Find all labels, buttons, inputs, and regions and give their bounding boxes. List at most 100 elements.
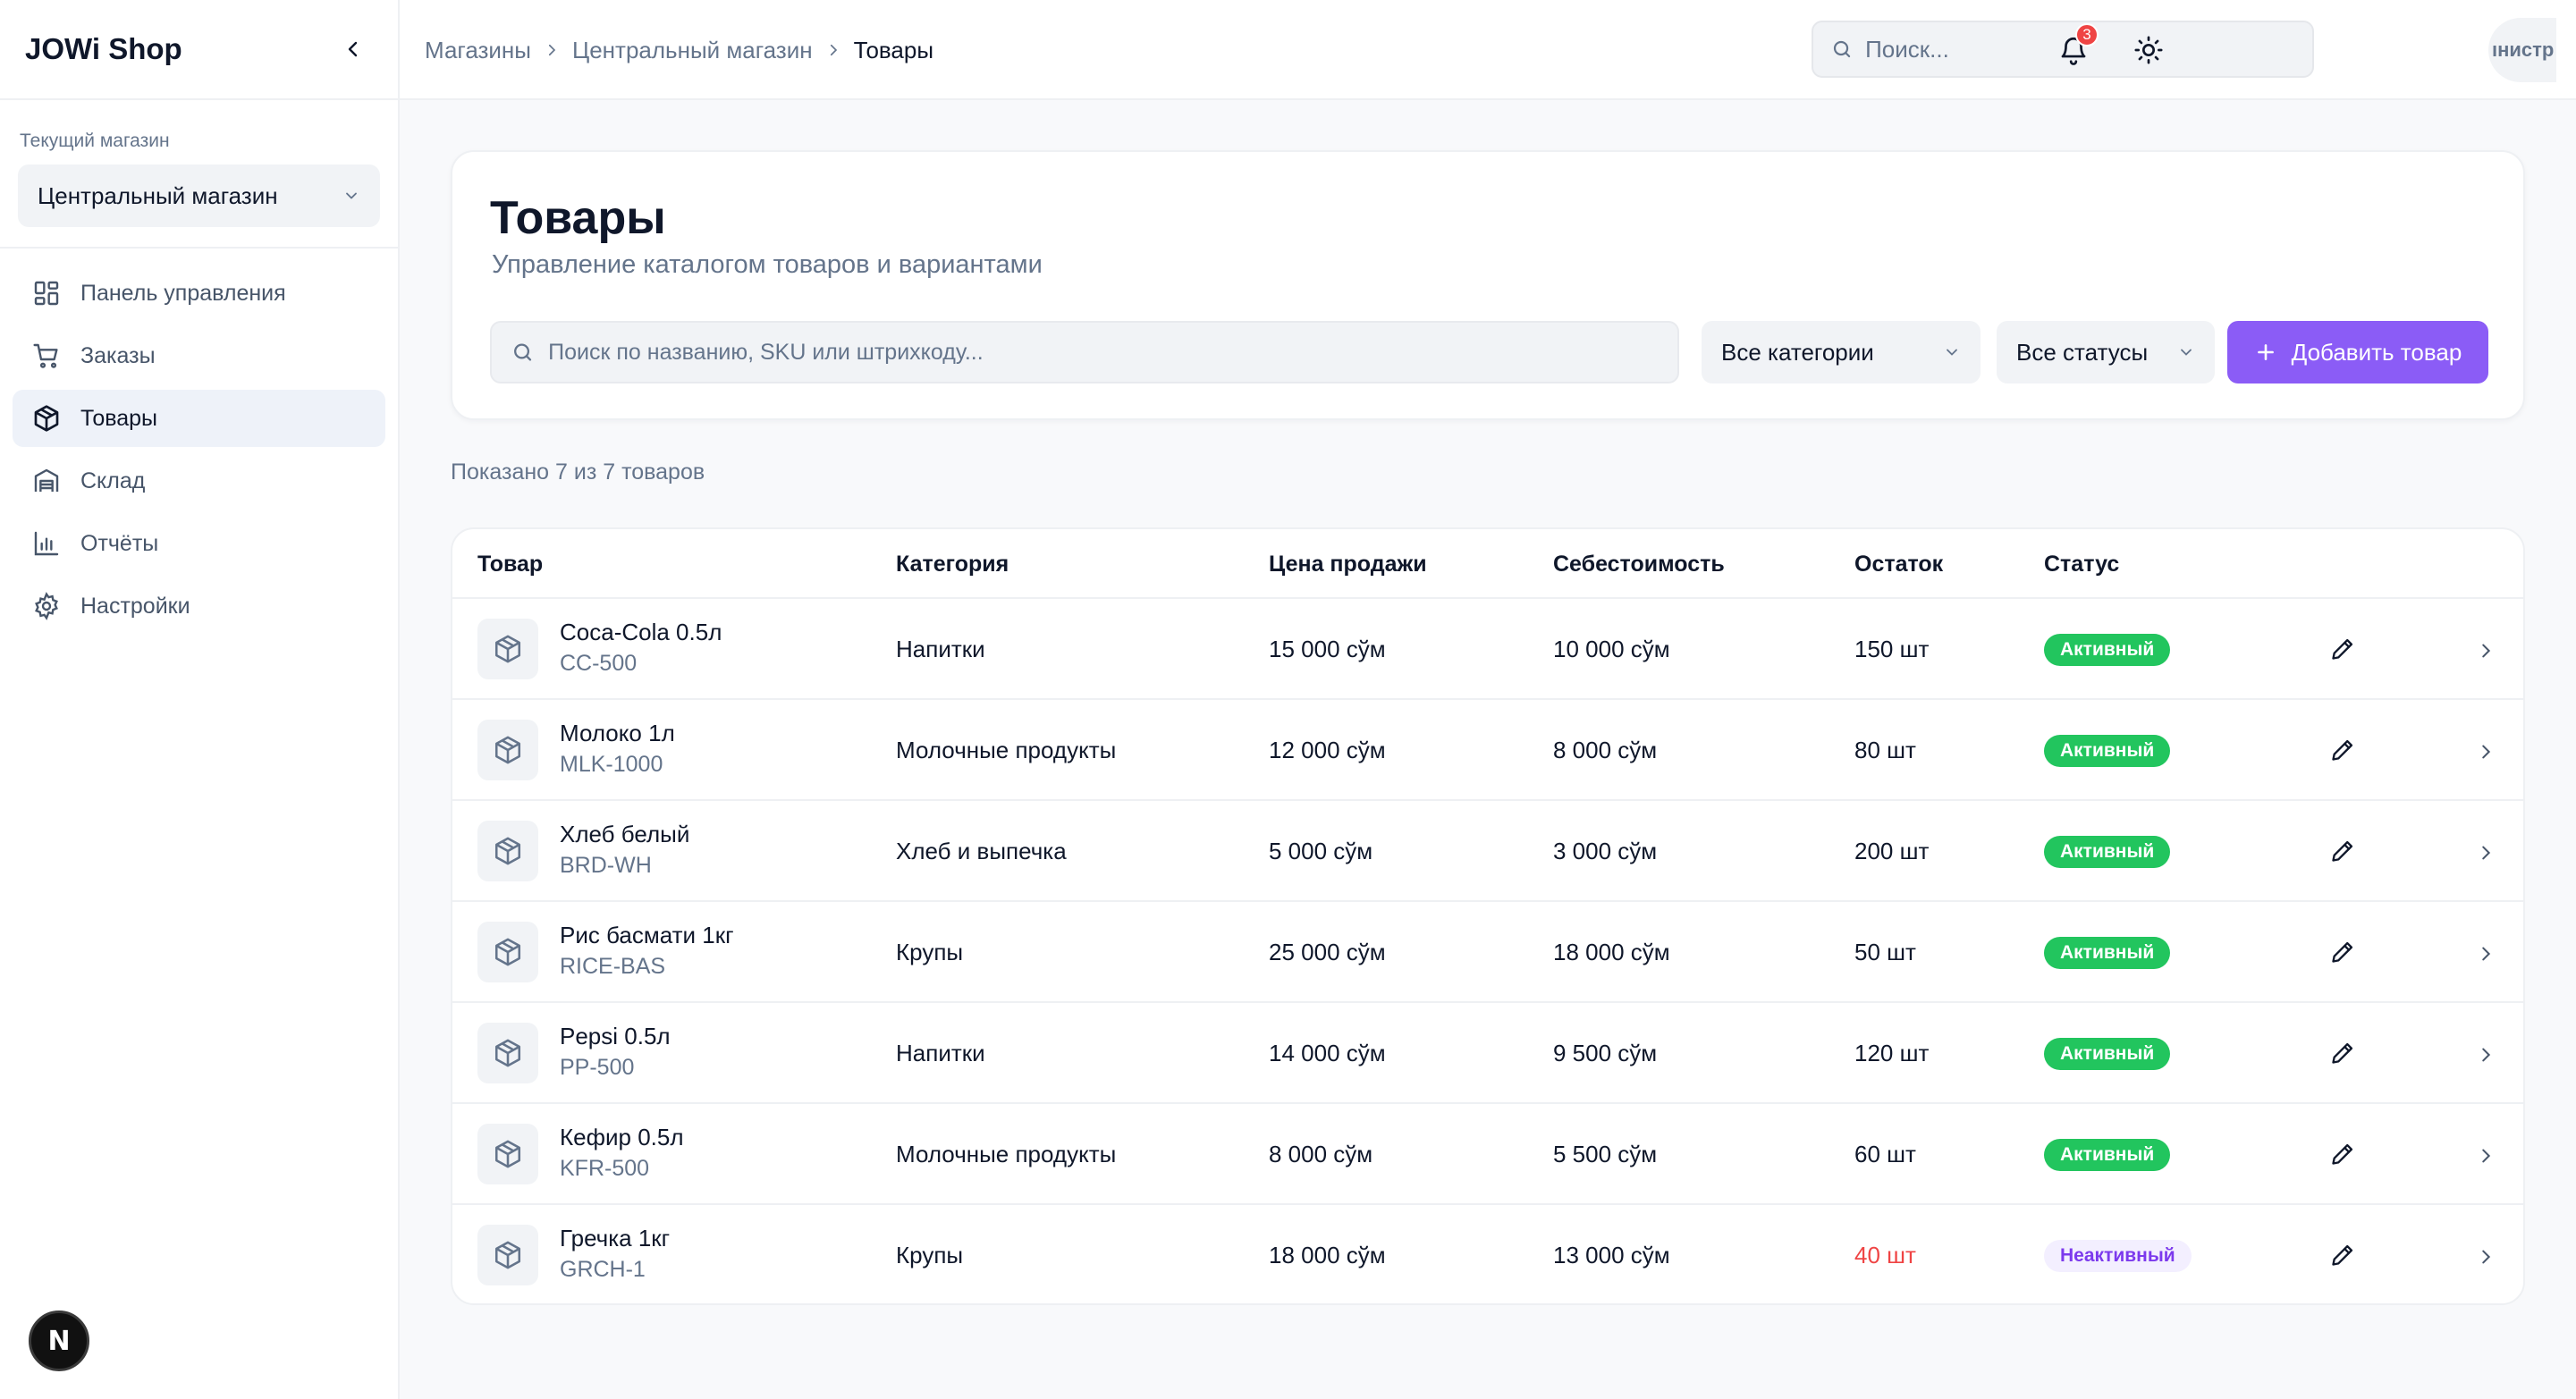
product-price: 25 000 сўм <box>1269 939 1386 965</box>
table-row[interactable]: Гречка 1кг GRCH-1 Крупы 18 000 сўм 13 00… <box>452 1205 2523 1303</box>
product-price: 14 000 сўм <box>1269 1040 1386 1066</box>
table-row[interactable]: Молоко 1л MLK-1000 Молочные продукты 12 … <box>452 700 2523 801</box>
product-stock: 50 шт <box>1854 939 1916 965</box>
sidebar-item-reports[interactable]: Отчёты <box>13 515 385 572</box>
sidebar-item-dashboard[interactable]: Панель управления <box>13 265 385 322</box>
store-select-value: Центральный магазин <box>38 181 278 209</box>
breadcrumb-stores[interactable]: Магазины <box>425 37 531 64</box>
open-product-button[interactable] <box>2470 633 2502 669</box>
product-stock: 60 шт <box>1854 1141 1916 1167</box>
collapse-sidebar-button[interactable] <box>334 29 373 69</box>
sidebar-header: JOWi Shop <box>0 0 398 100</box>
open-product-button[interactable] <box>2470 734 2502 770</box>
product-category: Молочные продукты <box>896 1141 1117 1167</box>
chevron-down-icon <box>1947 349 1957 356</box>
product-sku: BRD-WH <box>560 853 652 878</box>
product-sku: CC-500 <box>560 651 638 676</box>
products-header-card: Товары Управление каталогом товаров и ва… <box>451 150 2525 420</box>
status-badge: Активный <box>2044 1139 2171 1171</box>
product-thumbnail <box>477 1225 538 1285</box>
product-stock: 80 шт <box>1854 737 1916 763</box>
sidebar-item-settings[interactable]: Настройки <box>13 577 385 635</box>
product-thumbnail <box>477 922 538 982</box>
product-price: 15 000 сўм <box>1269 636 1386 662</box>
package-icon <box>494 837 521 865</box>
chevron-right-icon <box>2482 1149 2491 1163</box>
status-badge: Активный <box>2044 937 2171 969</box>
product-cost: 5 500 сўм <box>1553 1141 1658 1167</box>
product-thumbnail <box>477 720 538 780</box>
chevron-right-icon <box>2482 745 2491 759</box>
open-product-button[interactable] <box>2470 1037 2502 1073</box>
pencil-icon <box>2332 1244 2353 1266</box>
chart-icon <box>34 531 59 556</box>
status-filter-select[interactable]: Все статусы <box>1997 321 2215 383</box>
products-table: Товар Категория Цена продажи Себестоимос… <box>451 527 2525 1305</box>
table-row[interactable]: Кефир 0.5л KFR-500 Молочные продукты 8 0… <box>452 1104 2523 1205</box>
sidebar-item-warehouse[interactable]: Склад <box>13 452 385 510</box>
package-icon <box>494 1140 521 1168</box>
sidebar-item-label: Панель управления <box>80 280 286 306</box>
table-row[interactable]: Coca-Cola 0.5л CC-500 Напитки 15 000 сўм… <box>452 599 2523 700</box>
chevron-right-icon <box>2482 846 2491 860</box>
user-avatar[interactable]: ıнистр <box>2488 18 2556 82</box>
box-icon <box>34 405 59 432</box>
product-stock: 150 шт <box>1854 636 1930 662</box>
open-product-button[interactable] <box>2470 1138 2502 1174</box>
pencil-icon <box>2332 1143 2353 1165</box>
sidebar-item-label: Склад <box>80 468 146 493</box>
product-search[interactable] <box>490 321 1679 383</box>
edit-product-button[interactable] <box>2325 631 2361 667</box>
product-category: Хлеб и выпечка <box>896 838 1067 864</box>
sidebar-item-orders[interactable]: Заказы <box>13 327 385 384</box>
chevron-down-icon <box>2181 349 2192 356</box>
product-price: 8 000 сўм <box>1269 1141 1373 1167</box>
open-product-button[interactable] <box>2470 936 2502 972</box>
notifications-count: 3 <box>2075 23 2099 46</box>
sidebar-item-products[interactable]: Товары <box>13 390 385 447</box>
product-category: Крупы <box>896 1242 964 1268</box>
status-badge: Активный <box>2044 634 2171 666</box>
edit-product-button[interactable] <box>2325 1237 2361 1273</box>
package-icon <box>494 938 521 966</box>
product-sku: PP-500 <box>560 1055 635 1080</box>
edit-product-button[interactable] <box>2325 934 2361 970</box>
dev-tools-button[interactable]: N <box>29 1311 89 1371</box>
pencil-icon <box>2332 638 2353 660</box>
status-badge: Активный <box>2044 735 2171 767</box>
brand-name: JOWi Shop <box>25 32 182 65</box>
table-row[interactable]: Рис басмати 1кг RICE-BAS Крупы 25 000 сў… <box>452 902 2523 1003</box>
product-stock: 120 шт <box>1854 1040 1930 1066</box>
table-body: Coca-Cola 0.5л CC-500 Напитки 15 000 сўм… <box>452 599 2523 1303</box>
product-sku: GRCH-1 <box>560 1257 646 1282</box>
sidebar-nav: Панель управления Заказы Товары Склад От… <box>0 249 398 656</box>
pencil-icon <box>2332 739 2353 761</box>
product-sku: KFR-500 <box>560 1156 650 1181</box>
product-search-input[interactable] <box>548 339 1658 366</box>
chevron-left-icon <box>348 41 358 57</box>
store-select[interactable]: Центральный магазин <box>18 164 380 227</box>
table-row[interactable]: Pepsi 0.5л PP-500 Напитки 14 000 сўм 9 5… <box>452 1003 2523 1104</box>
edit-product-button[interactable] <box>2325 1136 2361 1172</box>
store-caption: Текущий магазин <box>20 131 170 151</box>
product-name: Pepsi 0.5л <box>560 1023 671 1049</box>
product-thumbnail <box>477 821 538 881</box>
table-row[interactable]: Хлеб белый BRD-WH Хлеб и выпечка 5 000 с… <box>452 801 2523 902</box>
open-product-button[interactable] <box>2470 1239 2502 1275</box>
product-cost: 10 000 сўм <box>1553 636 1670 662</box>
category-filter-select[interactable]: Все категории <box>1702 321 1981 383</box>
edit-product-button[interactable] <box>2325 1035 2361 1071</box>
sidebar-item-label: Настройки <box>80 593 190 619</box>
open-product-button[interactable] <box>2470 835 2502 871</box>
plus-icon <box>2257 344 2274 360</box>
results-summary: Показано 7 из 7 товаров <box>451 459 705 485</box>
product-stock: 200 шт <box>1854 838 1930 864</box>
add-product-button[interactable]: Добавить товар <box>2227 321 2488 383</box>
product-thumbnail <box>477 1124 538 1184</box>
edit-product-button[interactable] <box>2325 833 2361 869</box>
product-category: Крупы <box>896 939 964 965</box>
edit-product-button[interactable] <box>2325 732 2361 768</box>
breadcrumb-store[interactable]: Центральный магазин <box>572 37 813 64</box>
theme-toggle-button[interactable] <box>2124 25 2174 75</box>
notifications-button[interactable]: 3 <box>2048 23 2099 75</box>
